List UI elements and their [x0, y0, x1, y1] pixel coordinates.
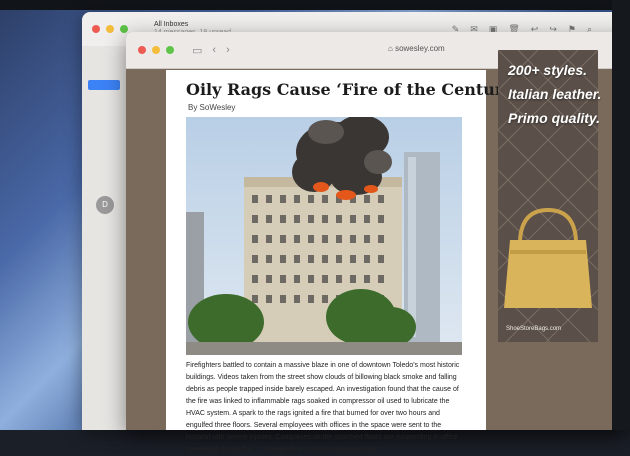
fire-building-photo [186, 117, 462, 355]
sidebar-toggle-icon[interactable]: ▭ [192, 44, 202, 57]
article: Oily Rags Cause ‘Fire of the Century’ By… [166, 70, 519, 453]
article-byline: By SoWesley [188, 103, 236, 112]
url-text: sowesley.com [395, 44, 445, 53]
article-body: Firefighters battled to contain a massiv… [186, 362, 460, 453]
article-headline: Oily Rags Cause ‘Fire of the Century’ [186, 80, 519, 99]
mail-zoom-button[interactable] [120, 25, 128, 33]
advertisement[interactable]: 200+ styles. Italian leather. Primo qual… [498, 50, 602, 342]
mail-minimize-button[interactable] [106, 25, 114, 33]
ad-line-1: 200+ styles. [508, 62, 588, 78]
avatar: D [96, 196, 114, 214]
browser-zoom-button[interactable] [166, 46, 174, 54]
address-bar[interactable]: ⌂ sowesley.com [388, 44, 445, 53]
back-button[interactable]: ‹ [212, 44, 216, 57]
ad-url[interactable]: ShoeStoreBags.com [506, 326, 561, 332]
mail-title: All Inboxes [154, 21, 189, 28]
screen-bezel [612, 0, 630, 430]
mail-close-button[interactable] [92, 25, 100, 33]
lock-icon: ⌂ [388, 44, 396, 53]
menu-bar [0, 0, 630, 10]
browser-close-button[interactable] [138, 46, 146, 54]
forward-button[interactable]: › [226, 44, 230, 57]
browser-window[interactable]: ▭ ‹ › ⌂ sowesley.com Oily Rags Cause ‘Fi… [126, 32, 630, 453]
ad-line-2: Italian leather. [508, 86, 602, 102]
sidebar-item-selected[interactable] [88, 80, 120, 90]
browser-minimize-button[interactable] [152, 46, 160, 54]
mail-sidebar: D [82, 46, 126, 430]
ad-line-3: Primo quality. [508, 110, 601, 126]
